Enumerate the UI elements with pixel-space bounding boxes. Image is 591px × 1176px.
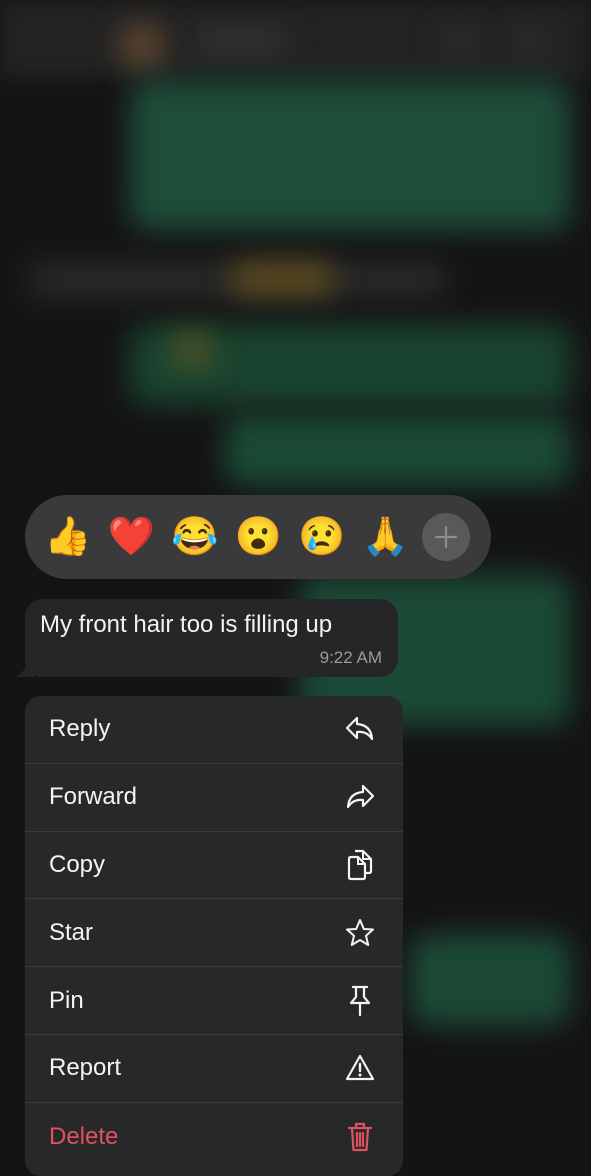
reaction-thumbs-up[interactable]: 👍	[41, 510, 95, 564]
more-reactions-button[interactable]	[422, 513, 470, 561]
blurred-outgoing-message	[410, 935, 570, 1025]
menu-item-label: Star	[49, 918, 94, 946]
blurred-header-icon	[440, 30, 480, 54]
warning-icon	[345, 1053, 375, 1083]
menu-item-delete[interactable]: Delete	[25, 1103, 403, 1171]
trash-icon	[345, 1122, 375, 1152]
blurred-header-icon	[510, 30, 550, 54]
menu-item-label: Reply	[49, 715, 111, 743]
message-context-menu: Reply Forward Copy Star Pin Report Delet…	[25, 696, 403, 1176]
copy-icon	[345, 849, 375, 881]
menu-item-forward[interactable]: Forward	[25, 764, 403, 832]
message-bubble[interactable]: My front hair too is filling up 9:22 AM	[15, 599, 398, 677]
blurred-title	[195, 32, 285, 50]
menu-item-label: Copy	[49, 850, 106, 878]
menu-item-label: Delete	[49, 1122, 119, 1150]
plus-icon	[434, 525, 458, 549]
reaction-surprised-face[interactable]: 😮	[232, 510, 286, 564]
menu-item-label: Report	[49, 1054, 122, 1082]
bubble-tail	[15, 657, 35, 677]
reaction-bar: 👍 ❤️ 😂 😮 😢 🙏	[25, 495, 491, 579]
blurred-outgoing-message	[130, 80, 570, 230]
message-text: My front hair too is filling up	[40, 611, 333, 638]
menu-item-pin[interactable]: Pin	[25, 967, 403, 1035]
reaction-tears-of-joy[interactable]: 😂	[168, 510, 222, 564]
pin-icon	[345, 985, 375, 1016]
reply-icon	[345, 714, 375, 744]
blurred-avatar	[118, 22, 166, 70]
menu-item-copy[interactable]: Copy	[25, 832, 403, 900]
blurred-header	[0, 0, 591, 78]
menu-item-reply[interactable]: Reply	[25, 696, 403, 764]
menu-item-report[interactable]: Report	[25, 1035, 403, 1103]
reaction-folded-hands[interactable]: 🙏	[359, 510, 413, 564]
menu-item-label: Forward	[49, 783, 138, 811]
message-timestamp: 9:22 AM	[319, 648, 382, 667]
blurred-emoji	[230, 262, 335, 296]
reaction-red-heart[interactable]: ❤️	[105, 510, 159, 564]
menu-item-star[interactable]: Star	[25, 899, 403, 968]
menu-item-label: Pin	[49, 986, 84, 1014]
star-icon	[345, 918, 375, 948]
forward-icon	[345, 782, 375, 812]
blurred-emoji	[170, 330, 215, 370]
blurred-outgoing-message	[225, 415, 570, 485]
reaction-crying-face[interactable]: 😢	[295, 510, 349, 564]
